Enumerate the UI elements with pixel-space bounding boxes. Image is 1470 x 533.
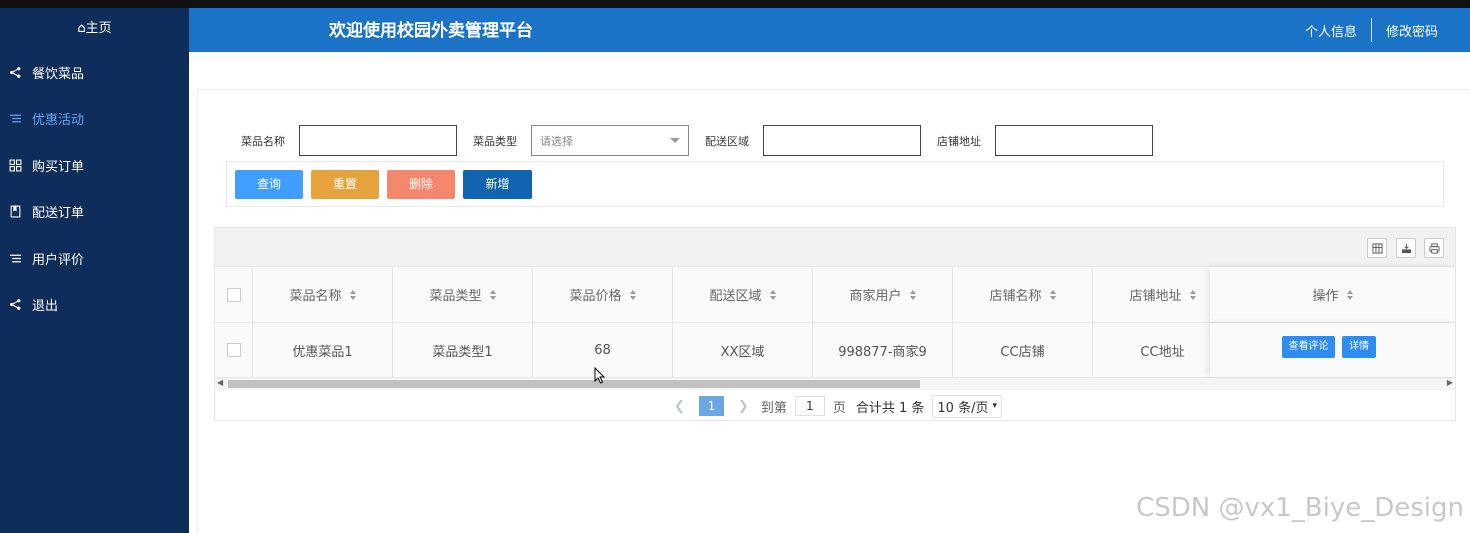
cell-merchant: 998877-商家9 xyxy=(813,323,953,377)
share-icon xyxy=(8,298,22,312)
search-filters: 菜品名称 菜品类型 请选择 配送区域 店铺地址 xyxy=(198,125,1153,156)
delivery-area-input[interactable] xyxy=(763,125,921,156)
sort-icon xyxy=(1346,289,1353,300)
column-header[interactable]: 菜品类型 xyxy=(393,267,533,322)
page-size-select[interactable]: 10 条/页 ▾ xyxy=(932,394,1002,418)
sidebar-item-label: 配送订单 xyxy=(32,206,85,222)
sidebar-item-dishes[interactable]: 餐饮菜品 xyxy=(0,49,189,96)
columns-icon[interactable] xyxy=(1367,238,1387,258)
goto-prefix: 到第 xyxy=(760,400,787,416)
total-count: 合计共 1 条 xyxy=(855,400,925,416)
add-button[interactable]: 新增 xyxy=(463,170,532,199)
header-checkbox-cell xyxy=(215,267,253,322)
profile-link[interactable]: 个人信息 xyxy=(1291,21,1371,40)
export-icon[interactable] xyxy=(1396,238,1416,258)
mouse-cursor-icon xyxy=(594,367,606,384)
table-row: 优惠菜品1 菜品类型1 68 XX区域 998877-商家9 CC店铺 CC地址… xyxy=(215,323,1455,378)
scrollbar-thumb[interactable] xyxy=(228,380,920,388)
sidebar-item-logout[interactable]: 退出 xyxy=(0,282,189,329)
sidebar-item-label: 餐饮菜品 xyxy=(32,66,85,82)
row-actions: 查看评论 详情 xyxy=(1210,323,1455,377)
sort-icon xyxy=(769,289,776,300)
sidebar-item-label: 用户评价 xyxy=(32,252,85,268)
cell-dish-name: 优惠菜品1 xyxy=(253,323,393,377)
book-icon xyxy=(8,205,22,219)
prev-page-icon[interactable]: ❮ xyxy=(674,399,685,414)
reset-button[interactable]: 重置 xyxy=(311,170,379,199)
page-title: 欢迎使用校园外卖管理平台 xyxy=(329,21,533,41)
column-header[interactable]: 店铺名称 xyxy=(953,267,1093,322)
header-links: 个人信息 修改密码 xyxy=(1291,18,1452,42)
column-header[interactable]: 商家用户 xyxy=(813,267,953,322)
shop-address-input[interactable] xyxy=(995,125,1153,156)
sort-icon xyxy=(1049,289,1056,300)
share-icon xyxy=(8,65,22,79)
sidebar-home[interactable]: ⌂主页 xyxy=(0,8,189,49)
column-header[interactable]: 菜品价格 xyxy=(533,267,673,322)
sort-icon xyxy=(629,289,636,300)
sort-icon xyxy=(349,289,356,300)
sidebar-item-purchase-orders[interactable]: 购买订单 xyxy=(0,142,189,189)
action-bar: 查询 重置 删除 新增 xyxy=(226,161,1444,207)
print-icon[interactable] xyxy=(1424,238,1444,258)
page-size-value: 10 条/页 xyxy=(937,400,989,416)
sidebar-item-label: 优惠活动 xyxy=(32,113,85,129)
header-divider xyxy=(1370,18,1372,42)
change-password-link[interactable]: 修改密码 xyxy=(1372,21,1452,40)
delivery-area-label: 配送区域 xyxy=(705,134,749,148)
column-header[interactable]: 操作 xyxy=(1210,267,1455,322)
select-all-checkbox[interactable] xyxy=(226,287,241,302)
sidebar-item-label: 退出 xyxy=(32,299,59,315)
list-icon xyxy=(8,251,22,265)
table-header: 菜品名称 菜品类型 菜品价格 配送区域 商家用户 店铺名称 店铺地址 操作 xyxy=(215,267,1455,323)
dish-name-label: 菜品名称 xyxy=(241,134,285,148)
dish-type-select[interactable]: 请选择 xyxy=(531,125,689,156)
column-header[interactable]: 菜品名称 xyxy=(253,267,393,322)
dish-name-input[interactable] xyxy=(299,125,457,156)
grid-icon xyxy=(8,158,22,172)
sort-icon xyxy=(1189,289,1196,300)
actions-column-header: 操作 xyxy=(1210,267,1455,322)
sort-icon xyxy=(909,289,916,300)
delete-button[interactable]: 删除 xyxy=(387,170,455,199)
dish-type-label: 菜品类型 xyxy=(473,134,517,148)
watermark: CSDN @vx1_Biye_Design xyxy=(1136,493,1464,523)
chevron-down-icon: ▾ xyxy=(992,401,997,411)
sidebar-item-reviews[interactable]: 用户评价 xyxy=(0,235,189,282)
horizontal-scrollbar[interactable]: ◀ ▶ xyxy=(215,378,1455,390)
pagination: ❮ 1 ❯ 到第 1 页 合计共 1 条 10 条/页 ▾ xyxy=(215,390,1455,422)
window-top-strip xyxy=(0,0,1470,8)
scroll-left-icon[interactable]: ◀ xyxy=(217,378,223,387)
sidebar-item-promotions[interactable]: 优惠活动 xyxy=(0,96,189,143)
sidebar-item-delivery-orders[interactable]: 配送订单 xyxy=(0,189,189,236)
main-content: 菜品名称 菜品类型 请选择 配送区域 店铺地址 查询 重置 删除 新增 菜品名称… xyxy=(197,89,1470,533)
dish-type-placeholder: 请选择 xyxy=(540,134,573,148)
table-toolbar xyxy=(215,228,1455,267)
page-number-current[interactable]: 1 xyxy=(698,396,724,416)
details-button[interactable]: 详情 xyxy=(1342,336,1376,358)
search-button[interactable]: 查询 xyxy=(235,170,303,199)
cell-dish-type: 菜品类型1 xyxy=(393,323,533,377)
scroll-right-icon[interactable]: ▶ xyxy=(1447,378,1453,387)
next-page-icon[interactable]: ❯ xyxy=(738,399,749,414)
goto-page-input[interactable]: 1 xyxy=(794,396,825,416)
chevron-down-icon xyxy=(670,138,680,143)
cell-shop-name: CC店铺 xyxy=(953,323,1093,377)
top-header: 欢迎使用校园外卖管理平台 个人信息 修改密码 xyxy=(189,8,1470,52)
sidebar-item-label: 购买订单 xyxy=(32,159,85,175)
view-comments-button[interactable]: 查看评论 xyxy=(1282,336,1335,358)
goto-suffix: 页 xyxy=(832,400,846,416)
data-table: 菜品名称 菜品类型 菜品价格 配送区域 商家用户 店铺名称 店铺地址 操作 优惠… xyxy=(214,227,1456,421)
row-checkbox-cell xyxy=(215,323,253,377)
shop-address-label: 店铺地址 xyxy=(937,134,981,148)
sort-icon xyxy=(489,289,496,300)
cell-area: XX区域 xyxy=(673,323,813,377)
sidebar: ⌂主页 餐饮菜品 优惠活动 购买订单 配送订单 用户评价 退出 xyxy=(0,8,189,533)
row-checkbox[interactable] xyxy=(226,343,241,357)
list-icon xyxy=(8,112,22,126)
column-header[interactable]: 配送区域 xyxy=(673,267,813,322)
